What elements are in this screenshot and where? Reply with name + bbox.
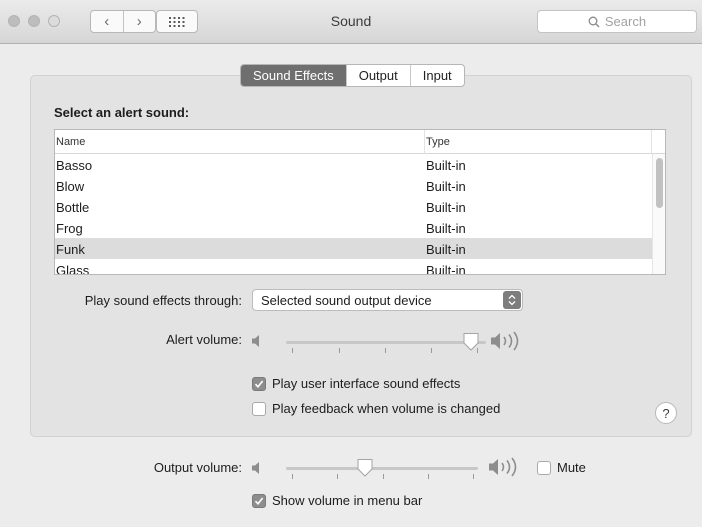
mute-label: Mute xyxy=(557,460,586,475)
show-volume-menu-bar-label: Show volume in menu bar xyxy=(272,493,423,508)
slider-tick xyxy=(337,474,338,479)
volume-low-icon xyxy=(252,462,259,474)
volume-feedback-checkbox[interactable] xyxy=(252,401,266,416)
output-device-select[interactable]: Selected sound output device xyxy=(252,289,523,311)
output-device-value: Selected sound output device xyxy=(261,293,432,308)
sound-type: Built-in xyxy=(426,179,466,194)
scrollbar-thumb[interactable] xyxy=(656,158,663,208)
ui-sound-effects-label: Play user interface sound effects xyxy=(272,376,461,391)
table-row[interactable]: Glass Built-in xyxy=(55,259,652,275)
table-row[interactable]: Basso Built-in xyxy=(55,154,652,175)
sound-name: Blow xyxy=(56,179,85,194)
sound-name: Glass xyxy=(56,263,90,275)
column-header-type[interactable]: Type xyxy=(426,130,652,154)
slider-tick xyxy=(473,474,474,479)
checkmark-icon xyxy=(254,380,264,388)
tab-bar: Sound Effects Output Input xyxy=(240,64,465,87)
volume-high-icon xyxy=(491,331,519,351)
volume-high-icon xyxy=(489,457,517,477)
checkmark-icon xyxy=(254,497,264,505)
slider-tick xyxy=(428,474,429,479)
volume-feedback-option[interactable]: Play feedback when volume is changed xyxy=(252,401,500,416)
alert-volume-label: Alert volume: xyxy=(166,332,242,347)
tab-sound-effects[interactable]: Sound Effects xyxy=(241,65,346,86)
mute-checkbox[interactable] xyxy=(537,460,551,475)
search-field[interactable]: Search xyxy=(537,10,697,33)
slider-tick xyxy=(339,348,340,353)
slider-tick xyxy=(385,348,386,353)
help-button[interactable]: ? xyxy=(655,402,677,424)
table-header: Name Type xyxy=(55,130,665,154)
table-row[interactable]: Blow Built-in xyxy=(55,175,652,196)
tab-output[interactable]: Output xyxy=(345,65,410,86)
sound-name: Frog xyxy=(56,221,83,236)
column-header-name[interactable]: Name xyxy=(55,130,425,154)
ui-sound-effects-checkbox[interactable] xyxy=(252,376,266,391)
output-volume-label: Output volume: xyxy=(153,460,242,475)
table-row-selected[interactable]: Funk Built-in xyxy=(55,238,652,259)
sound-type: Built-in xyxy=(426,221,466,236)
alert-sound-heading: Select an alert sound: xyxy=(54,105,190,120)
sound-name: Funk xyxy=(56,242,85,257)
slider-tick xyxy=(383,474,384,479)
volume-low-icon xyxy=(252,335,259,347)
sound-type: Built-in xyxy=(426,200,466,215)
alert-volume-slider[interactable] xyxy=(286,341,486,344)
search-icon xyxy=(588,16,600,27)
mute-option[interactable]: Mute xyxy=(537,460,586,475)
slider-tick xyxy=(292,474,293,479)
play-through-label: Play sound effects through: xyxy=(84,293,242,308)
sound-name: Basso xyxy=(56,158,93,173)
table-scrollbar[interactable] xyxy=(652,154,665,274)
sound-type: Built-in xyxy=(426,242,466,257)
table-row[interactable]: Bottle Built-in xyxy=(55,196,652,217)
search-placeholder: Search xyxy=(604,14,647,29)
sound-type: Built-in xyxy=(426,158,466,173)
alert-volume-knob[interactable] xyxy=(462,332,480,352)
select-arrows-icon xyxy=(503,291,521,309)
title-bar: ‹ › Sound Search xyxy=(0,0,702,44)
volume-feedback-label: Play feedback when volume is changed xyxy=(272,401,501,416)
sound-name: Bottle xyxy=(56,200,90,215)
slider-tick xyxy=(292,348,293,353)
ui-sound-effects-option[interactable]: Play user interface sound effects xyxy=(252,376,460,391)
table-row[interactable]: Frog Built-in xyxy=(55,217,652,238)
output-volume-slider[interactable] xyxy=(286,467,478,470)
alert-sound-table: Name Type Basso Built-in Blow Built-in B… xyxy=(54,129,666,275)
output-volume-knob[interactable] xyxy=(356,458,374,478)
show-volume-menu-bar-option[interactable]: Show volume in menu bar xyxy=(252,493,422,508)
slider-tick xyxy=(431,348,432,353)
show-volume-menu-bar-checkbox[interactable] xyxy=(252,493,266,508)
sound-type: Built-in xyxy=(426,263,466,275)
tab-input[interactable]: Input xyxy=(409,65,464,86)
